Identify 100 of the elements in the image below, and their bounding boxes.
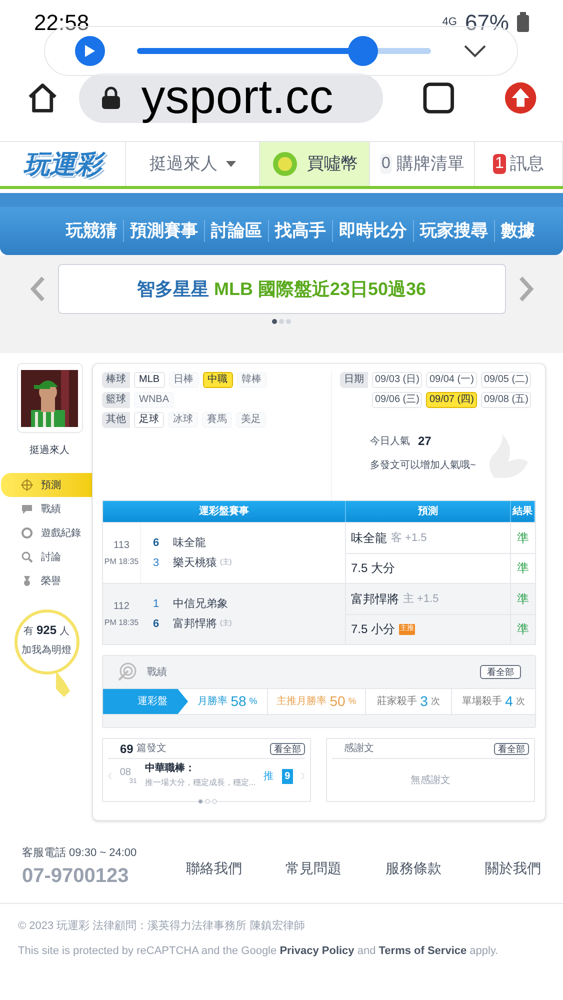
result-cell-text: 準: [516, 560, 530, 578]
caret-icon: [226, 161, 236, 167]
view-all-button[interactable]: 看全部: [270, 742, 305, 754]
team-score: 6: [153, 536, 160, 550]
metric-value: 4: [505, 692, 513, 711]
fan-count: 有 925 人: [22, 623, 70, 639]
game-number: 113: [114, 539, 130, 553]
target-icon: [117, 662, 137, 682]
banner-headline[interactable]: 智多星星 MLB 國際盤近23日50過36: [58, 264, 506, 314]
metric-value: 3: [420, 692, 428, 711]
add-light-link[interactable]: 加我為明燈: [22, 643, 72, 658]
sidebar-item[interactable]: 榮譽: [7, 569, 92, 593]
view-all-button[interactable]: 看全部: [494, 742, 529, 754]
post-month: 08: [120, 768, 132, 778]
chevron-right-icon[interactable]: [518, 276, 534, 302]
date-label: 日期: [340, 372, 368, 388]
sidebar-item[interactable]: 遊戲紀錄: [7, 521, 92, 545]
volume-slider[interactable]: [137, 36, 431, 66]
team-name: 味全龍: [173, 536, 206, 550]
category-label: 其他: [102, 412, 130, 428]
section-title: 感謝文: [344, 742, 375, 756]
chevron-down-icon[interactable]: [463, 44, 487, 58]
metric-unit: %: [249, 694, 258, 708]
metric-value: 58: [230, 692, 246, 711]
metric-unit: %: [348, 694, 356, 708]
team-score: 1: [153, 596, 160, 612]
crosshair-icon: [21, 479, 33, 491]
post-count: 69: [120, 740, 134, 758]
game-time: PM 18:35: [104, 617, 139, 629]
post-excerpt: 推一場大分，穩定成長，穩定...: [144, 777, 256, 789]
recaptcha-notice: This site is protected by reCAPTCHA and the Google Privacy Policy and Terms of Service apply.: [18, 944, 500, 958]
date-chip[interactable]: 09/05 (二): [480, 372, 532, 388]
chevron-left-icon[interactable]: [30, 276, 46, 302]
date-chip[interactable]: 09/08 (五): [480, 392, 532, 408]
metric-unit: 次: [430, 694, 440, 708]
phone-hours: 客服電話 09:30 ~ 24:00: [22, 846, 138, 861]
sidebar-item[interactable]: 討論: [7, 545, 92, 569]
url-text: ysport.cc: [141, 74, 334, 122]
speech-bubble-icon: [21, 503, 33, 515]
footer-link[interactable]: 聯絡我們: [186, 858, 242, 878]
play-button[interactable]: [75, 36, 105, 66]
profile-name: 挺過來人: [30, 444, 70, 458]
team-score: 6: [153, 617, 160, 632]
pick-note: 主 +1.5: [403, 592, 439, 606]
buy-coins-button[interactable]: 買噓幣: [260, 142, 370, 186]
copyright-text: © 2023 玩運彩 法律顧問：溪英得力法律事務所 陳鎮宏律師: [18, 918, 306, 934]
pick-text: 味全龍: [351, 530, 387, 547]
game-time: PM 18:35: [104, 556, 139, 568]
date-chip[interactable]: 09/04 (一): [426, 372, 477, 388]
filter-chip[interactable]: MLB: [134, 372, 165, 388]
footer-link[interactable]: 常見問題: [286, 858, 342, 878]
post-title[interactable]: 中華職棒：: [144, 762, 256, 776]
push-label: 推: [264, 770, 274, 784]
result-cell-text: 準: [516, 590, 530, 608]
sidebar-item[interactable]: 戰績: [7, 497, 92, 521]
battery-icon: [517, 12, 529, 32]
address-bar[interactable]: ysport.cc: [79, 72, 383, 122]
game-number: 112: [114, 600, 130, 614]
date-chip[interactable]: 09/07 (四): [426, 392, 477, 408]
tabs-icon[interactable]: [422, 82, 454, 114]
date-chip[interactable]: 09/03 (日): [372, 372, 422, 388]
cart-link[interactable]: 0 購牌清單: [370, 142, 475, 186]
filter-chip[interactable]: 中職: [202, 372, 233, 388]
team-name: 富邦悍將: [173, 616, 217, 632]
metric-label: 月勝率: [198, 694, 228, 709]
lock-icon: [101, 86, 122, 110]
popularity-value: 27: [418, 433, 432, 450]
upload-icon[interactable]: [504, 80, 537, 114]
filter-chip[interactable]: 足球: [134, 412, 164, 428]
slider-thumb[interactable]: [348, 36, 378, 66]
pick-text: 7.5 小分: [351, 621, 396, 638]
footer-link[interactable]: 服務條款: [385, 858, 442, 878]
play-icon: [84, 44, 96, 58]
view-all-button[interactable]: 看全部: [480, 665, 521, 679]
post-count-label: 篇發文: [136, 742, 168, 756]
network-label: 4G: [442, 14, 457, 30]
metric-unit: 次: [516, 694, 525, 708]
footer-link[interactable]: 關於我們: [484, 858, 541, 878]
count-badge: 1: [493, 154, 506, 174]
popularity-label: 今日人氣: [370, 434, 410, 448]
pick-text: 富邦悍將: [351, 590, 399, 608]
coin-icon: [271, 150, 299, 178]
team-name: 樂天桃猿: [173, 556, 217, 571]
category-label: 棒球: [102, 372, 130, 388]
result-cell-text: 準: [516, 621, 530, 638]
metric-label: 莊家殺手: [377, 694, 418, 709]
medal-icon: [21, 575, 33, 587]
messages-link[interactable]: 1 訊息: [475, 142, 563, 186]
popularity-hint: 多發文可以增加人氣哦~: [370, 458, 477, 473]
battery-level: 67%: [464, 8, 509, 36]
status-time: 22:58: [34, 8, 90, 36]
site-logo[interactable]: 玩運彩: [0, 142, 126, 186]
metric-label: 單場殺手: [462, 694, 502, 709]
empty-message: 無感謝文: [410, 774, 452, 788]
push-count: 9: [282, 768, 294, 784]
date-chip[interactable]: 09/06 (三): [372, 392, 422, 408]
result-cell-text: 準: [516, 530, 530, 547]
category-label: 籃球: [102, 392, 130, 408]
home-icon[interactable]: [26, 80, 60, 114]
section-title: 戰績: [147, 666, 168, 680]
